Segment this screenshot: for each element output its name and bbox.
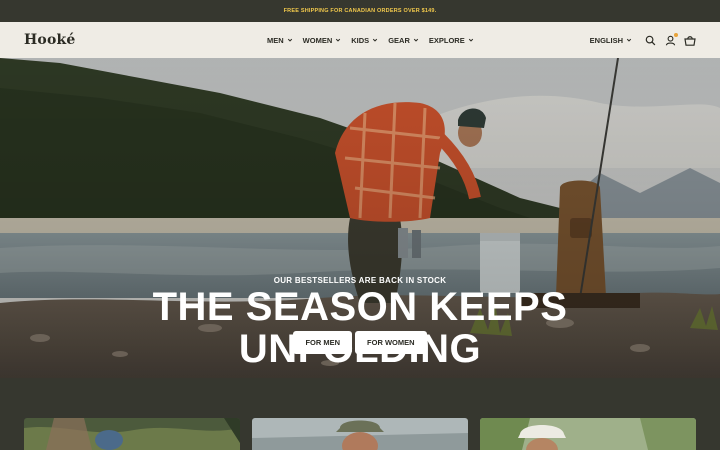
collection-card-photo [252,418,468,450]
collection-card-photo [24,418,240,450]
account-button[interactable] [664,33,678,46]
header-tools: ENGLISH [590,22,696,58]
collection-card[interactable] [480,418,696,450]
language-label: ENGLISH [589,35,623,45]
nav-item-label: GEAR [388,35,410,45]
nav-item-label: KIDS [351,35,370,45]
collection-section [0,378,720,450]
hero-banner: OUR BESTSELLERS ARE BACK IN STOCK THE SE… [0,58,720,378]
hero-eyebrow: OUR BESTSELLERS ARE BACK IN STOCK [273,276,447,285]
nav-item-kids[interactable]: KIDS [351,36,378,45]
nav-item-label: EXPLORE [428,35,465,45]
chevron-down-icon [373,38,378,42]
search-icon [645,35,655,45]
brand-logo[interactable]: Hooké [24,32,76,48]
account-badge [674,33,678,37]
main-nav: MEN WOMEN KIDS GEAR EXPLORE [267,22,474,58]
hero-text: OUR BESTSELLERS ARE BACK IN STOCK THE SE… [0,276,720,369]
nav-item-label: WOMEN [302,35,333,45]
chevron-down-icon [287,38,292,42]
chevron-down-icon [336,38,341,42]
nav-item-label: MEN [267,35,284,45]
chevron-down-icon [626,38,632,42]
shop-women-button[interactable]: FOR WOMEN [355,331,427,354]
site-header: Hooké MEN WOMEN KIDS GEAR EXPLORE ENGLIS… [0,22,720,58]
hero-headline-line-1: THE SEASON KEEPS [152,285,568,329]
cart-button[interactable] [684,34,696,46]
nav-item-gear[interactable]: GEAR [388,36,419,45]
announcement-text: FREE SHIPPING FOR CANADIAN ORDERS OVER $… [283,8,437,14]
search-button[interactable] [644,34,656,46]
collection-card[interactable] [252,418,468,450]
nav-item-women[interactable]: WOMEN [303,36,342,45]
collection-card[interactable] [24,418,240,450]
nav-item-explore[interactable]: EXPLORE [429,36,474,45]
language-selector[interactable]: ENGLISH [590,36,632,45]
cart-icon [684,35,696,46]
chevron-down-icon [413,38,418,42]
chevron-down-icon [468,38,473,42]
announcement-bar: FREE SHIPPING FOR CANADIAN ORDERS OVER $… [0,0,720,22]
nav-item-men[interactable]: MEN [267,36,293,45]
shop-men-button[interactable]: FOR MEN [293,331,353,354]
hero-cta-group: FOR MEN FOR WOMEN [0,331,720,354]
collection-card-photo [480,418,696,450]
